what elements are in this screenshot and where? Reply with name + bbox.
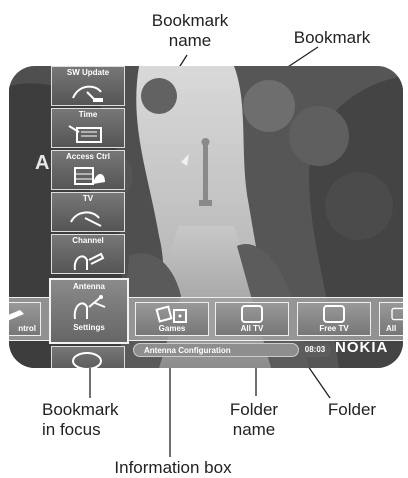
clock-display: 08:03 [299,343,331,357]
folder-control[interactable]: ntrol [9,302,41,336]
folder-free-tv[interactable]: Free TV [297,302,371,336]
folder-all-tv[interactable]: All TV [215,302,289,336]
satellite-dish-icon [72,352,102,368]
folder-games[interactable]: Games [135,302,209,336]
folder-label: All TV [240,324,264,333]
callout-folder-text: Folder [327,400,377,419]
tv-icon [323,305,345,323]
focused-folder-name: Settings [73,323,105,332]
dice-icon [155,305,187,323]
focused-bookmark-name: Antenna [73,282,105,291]
bookmark-label: TV [82,194,94,203]
satellite-dish-icon [70,211,102,227]
bookmark-tv[interactable]: TV [51,192,125,232]
folder-label: All [386,324,397,333]
callout-folder: Folder [312,400,392,420]
background-overlay-letter: A [35,152,51,174]
information-bar: Antenna Configuration 08:03 NOKIA [133,339,399,359]
bookmark-below-focus[interactable] [51,346,125,368]
folder-all[interactable]: All [379,302,403,336]
brand-logo: NOKIA [335,339,389,356]
folder-label: Games [158,324,186,333]
folder-label: Free TV [319,324,349,333]
bookmark-channel[interactable]: Channel [51,234,125,274]
channel-hand-icon [73,252,105,271]
bookmark-time[interactable]: Time [51,108,125,148]
callout-bookmark: Bookmark [282,28,382,48]
folder-label: ntrol [18,324,36,333]
callout-folder-name: Folder name [214,400,294,440]
callout-information-box: Information box [88,458,258,478]
focused-bookmark-antenna-settings[interactable]: Antenna Settings [49,278,129,344]
bookmark-label: SW Update [66,68,110,77]
satellite-dish-icon [72,85,103,102]
bookmark-access-ctrl[interactable]: Access Ctrl [51,150,125,190]
bookmark-label: Access Ctrl [65,152,111,161]
card-hand-icon [74,167,105,185]
callout-folder-name-text: Folder name [229,400,279,439]
callout-bookmark-in-focus-text: Bookmark in focus [42,400,119,439]
remote-icon [9,310,24,321]
callout-bookmark-text: Bookmark [293,28,371,47]
clock-icon [68,125,102,143]
bookmark-label: Channel [72,236,104,245]
tv-icon [391,307,403,321]
information-box: Antenna Configuration [133,343,299,357]
antenna-hand-icon [73,295,106,320]
callout-bookmark-name-text: Bookmark name [151,11,229,50]
tv-icon [241,305,263,323]
bookmark-sw-update[interactable]: SW Update [51,66,125,106]
callout-information-box-text: Information box [114,458,232,477]
bookmark-label: Time [78,110,98,119]
callout-bookmark-name: Bookmark name [150,11,230,51]
tv-screen: A SW Update Time Access Ctrl TV Channel … [9,66,403,368]
callout-bookmark-in-focus: Bookmark in focus [42,400,142,440]
